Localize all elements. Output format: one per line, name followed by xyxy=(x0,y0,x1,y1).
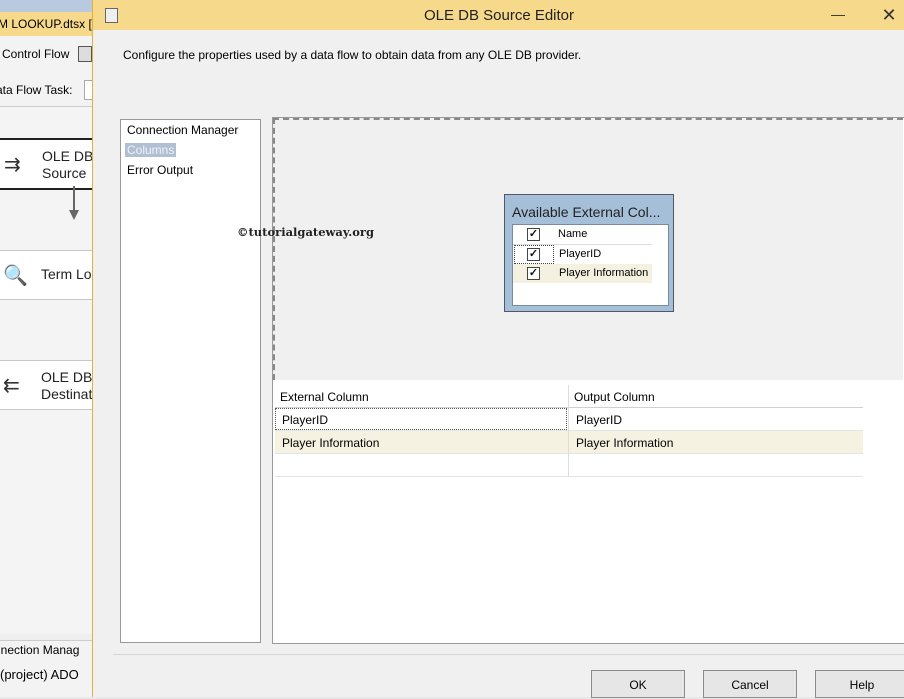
ok-button[interactable]: OK xyxy=(591,670,685,698)
list-item[interactable]: ✓ Player Information xyxy=(513,264,652,283)
ole-db-source-icon: ⇉ xyxy=(4,154,21,176)
data-flow-task-label: ata Flow Task: xyxy=(0,83,73,97)
dialog-title: OLE DB Source Editor xyxy=(423,7,575,24)
term-lookup-node[interactable]: 🔍 Term Lo xyxy=(0,250,92,300)
output-column-cell[interactable]: PlayerID xyxy=(576,413,622,427)
name-column-header: Name xyxy=(558,228,588,240)
column-designer-area: ©tutorialgateway.org Available External … xyxy=(237,118,903,380)
column-divider xyxy=(568,385,569,408)
connection-managers-panel: nnection Manag (project) ADO xyxy=(0,640,92,697)
ole-db-source-editor-dialog: OLE DB Source Editor — ✕ Configure the p… xyxy=(92,0,904,698)
columns-page: ©tutorialgateway.org Available External … xyxy=(237,117,904,644)
table-row-empty[interactable] xyxy=(275,454,863,477)
ole-db-destination-icon: ⇇ xyxy=(3,375,20,397)
table-row[interactable]: PlayerID PlayerID xyxy=(275,408,863,431)
list-item[interactable]: ✓ PlayerID xyxy=(513,245,652,264)
control-flow-label: Control Flow xyxy=(2,47,70,61)
flow-connector-arrow-icon xyxy=(69,210,79,220)
table-row[interactable]: Player Information Player Information xyxy=(275,431,863,454)
nav-item-columns[interactable]: Columns xyxy=(125,143,177,157)
nav-item-connection-manager[interactable]: Connection Manager xyxy=(127,123,238,137)
available-columns-list: ✓ Name ✓ PlayerID ✓ Player Information xyxy=(512,224,669,306)
column-divider xyxy=(568,454,569,477)
description-area xyxy=(93,30,904,110)
term-lookup-icon: 🔍 xyxy=(3,265,28,287)
source-node-line2: Source xyxy=(42,165,87,181)
available-columns-header: Available External Col... xyxy=(512,204,661,220)
control-flow-tab[interactable]: Control Flow xyxy=(0,36,92,74)
playerid-checkbox[interactable]: ✓ xyxy=(527,248,540,261)
output-column-header[interactable]: Output Column xyxy=(574,390,655,404)
background-window-strip xyxy=(0,0,92,12)
available-columns-name-header: ✓ Name xyxy=(513,225,652,245)
editor-nav-list: Connection Manager Columns Error Output xyxy=(120,119,261,643)
flow-connector[interactable] xyxy=(73,186,75,212)
destination-node-line2: Destinat xyxy=(41,386,92,402)
available-columns-panel[interactable]: Available External Col... ✓ Name ✓ Playe… xyxy=(504,194,674,312)
footer-divider xyxy=(113,654,904,655)
document-tab[interactable]: M LOOKUP.dtsx [D xyxy=(0,12,92,36)
help-button[interactable]: Help xyxy=(815,670,904,698)
control-flow-icon xyxy=(78,46,92,62)
destination-node-line1: OLE DB xyxy=(41,369,92,385)
player-information-checkbox[interactable]: ✓ xyxy=(527,267,540,280)
nav-item-error-output[interactable]: Error Output xyxy=(127,163,193,177)
document-tab-label: M LOOKUP.dtsx [D xyxy=(0,17,92,31)
external-column-cell[interactable]: Player Information xyxy=(282,436,379,450)
data-flow-task-dropdown[interactable] xyxy=(84,80,92,100)
dialog-description: Configure the properties used by a data … xyxy=(123,48,582,62)
data-flow-task-bar: ata Flow Task: xyxy=(0,74,92,107)
term-lookup-label: Term Lo xyxy=(41,266,92,282)
source-node-line1: OLE DB xyxy=(42,148,92,164)
cancel-button[interactable]: Cancel xyxy=(703,670,797,698)
grid-header-row: External Column Output Column xyxy=(275,385,863,408)
watermark: ©tutorialgateway.org xyxy=(237,225,375,239)
external-column-header[interactable]: External Column xyxy=(280,390,369,404)
connection-managers-label: nnection Manag xyxy=(0,643,80,657)
column-divider xyxy=(568,431,569,454)
list-item-label: Player Information xyxy=(559,267,649,279)
list-item-label: PlayerID xyxy=(559,248,602,260)
connection-manager-item[interactable]: (project) ADO xyxy=(0,667,79,682)
minimize-icon[interactable]: — xyxy=(831,6,845,22)
external-column-cell[interactable]: PlayerID xyxy=(282,413,328,427)
ole-db-destination-node[interactable]: ⇇ OLE DB Destinat xyxy=(0,360,92,410)
dialog-titlebar[interactable]: OLE DB Source Editor — ✕ xyxy=(93,0,904,30)
ole-db-source-node[interactable]: ⇉ OLE DB Source xyxy=(0,138,92,190)
output-column-cell[interactable]: Player Information xyxy=(576,436,673,450)
close-icon[interactable]: ✕ xyxy=(873,5,904,25)
select-all-checkbox[interactable]: ✓ xyxy=(527,228,540,241)
column-divider xyxy=(568,408,569,431)
background-designer: M LOOKUP.dtsx [D Control Flow ata Flow T… xyxy=(0,0,92,697)
